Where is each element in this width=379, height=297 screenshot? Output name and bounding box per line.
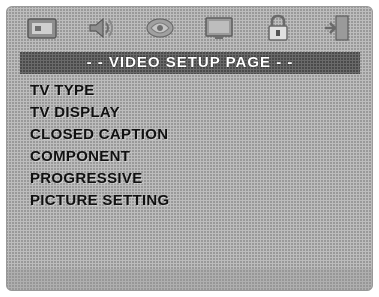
general-setup-icon [26, 18, 57, 39]
menu-item-progressive[interactable]: PROGRESSIVE [30, 168, 170, 190]
menu-item-tv-type[interactable]: TV TYPE [30, 80, 170, 102]
status-strip [6, 269, 373, 291]
page-title: - - VIDEO SETUP PAGE - - [86, 54, 294, 71]
osd-screen: - - VIDEO SETUP PAGE - - TV TYPE TV DISP… [6, 6, 373, 291]
tab-video-setup[interactable] [199, 11, 239, 45]
exit-icon [325, 15, 349, 41]
video-setup-menu: TV TYPE TV DISPLAY CLOSED CAPTION COMPON… [30, 80, 170, 212]
tab-general-setup[interactable] [22, 11, 62, 45]
menu-item-closed-caption[interactable]: CLOSED CAPTION [30, 124, 170, 146]
setup-icon-bar [6, 6, 373, 50]
menu-item-component[interactable]: COMPONENT [30, 146, 170, 168]
tab-audio-setup[interactable] [81, 11, 121, 45]
audio-setup-icon [89, 17, 113, 39]
tab-dolby-setup[interactable] [140, 11, 180, 45]
dolby-setup-icon [146, 18, 174, 38]
menu-item-tv-display[interactable]: TV DISPLAY [30, 102, 170, 124]
setup-page-header: - - VIDEO SETUP PAGE - - [20, 52, 360, 74]
lock-icon [268, 14, 288, 41]
tab-preference-lock[interactable] [258, 11, 298, 45]
menu-item-picture-setting[interactable]: PICTURE SETTING [30, 190, 170, 212]
video-setup-icon [205, 17, 233, 39]
tab-exit-setup[interactable] [317, 11, 357, 45]
